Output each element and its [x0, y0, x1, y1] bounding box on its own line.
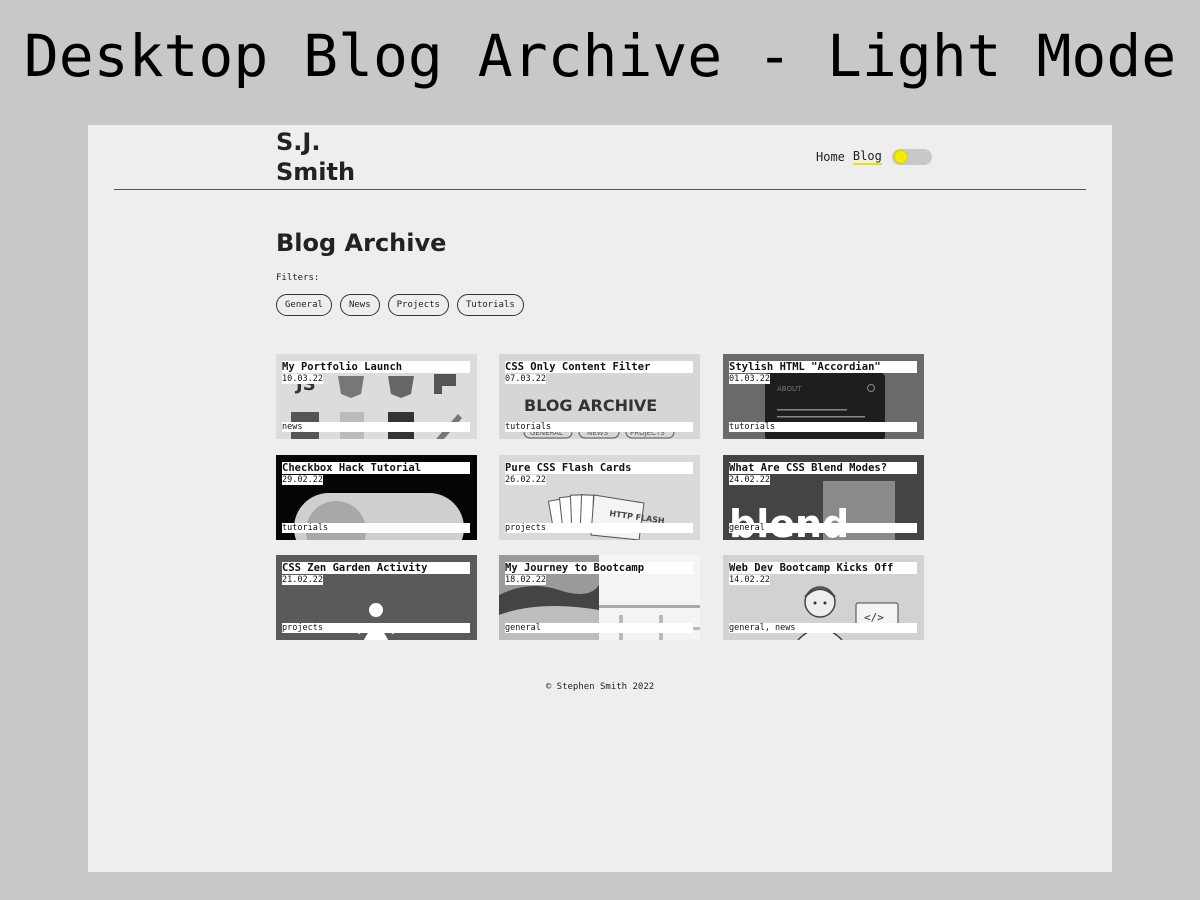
- post-date: 21.02.22: [282, 575, 323, 585]
- post-tags: tutorials: [505, 422, 693, 432]
- browser-viewport: S.J. Smith Home Blog Blog Archive Filter…: [88, 125, 1112, 872]
- post-title: Pure CSS Flash Cards: [505, 462, 693, 474]
- post-date: 26.02.22: [505, 475, 546, 485]
- post-title: Checkbox Hack Tutorial: [282, 462, 470, 474]
- logo-line-2: Smith: [276, 158, 356, 186]
- filter-chips: General News Projects Tutorials: [276, 294, 524, 316]
- post-date: 10.03.22: [282, 374, 323, 384]
- archive-title: Blog Archive: [276, 229, 447, 257]
- post-tags: general: [505, 623, 693, 633]
- post-title: CSS Only Content Filter: [505, 361, 693, 373]
- post-tags: tutorials: [282, 523, 470, 533]
- post-tags: tutorials: [729, 422, 917, 432]
- post-card[interactable]: ABOUT Stylish HTML "Accordian" 01.03.22 …: [723, 354, 924, 439]
- nav-link-home[interactable]: Home: [816, 150, 845, 164]
- logo-line-1: S.J.: [276, 128, 321, 156]
- post-date: 14.02.22: [729, 575, 770, 585]
- post-title: What Are CSS Blend Modes?: [729, 462, 917, 474]
- post-card[interactable]: CSS Zen Garden Activity 21.02.22 project…: [276, 555, 477, 640]
- post-date: 29.02.22: [282, 475, 323, 485]
- site-logo[interactable]: S.J. Smith: [276, 127, 355, 187]
- post-tags: projects: [505, 523, 693, 533]
- post-card[interactable]: JS My Portfolio Launch 10.03.22 news: [276, 354, 477, 439]
- image-text: ABOUT: [777, 385, 802, 393]
- post-title: Web Dev Bootcamp Kicks Off: [729, 562, 917, 574]
- post-tags: general, news: [729, 623, 917, 633]
- post-date: 24.02.22: [729, 475, 770, 485]
- post-tags: news: [282, 422, 470, 432]
- header-divider: [114, 189, 1086, 190]
- nav-link-blog[interactable]: Blog: [852, 149, 882, 165]
- post-card[interactable]: BLOG ARCHIVE GENERAL NEWS PROJECTS CSS O…: [499, 354, 700, 439]
- post-card[interactable]: HTTP FLASH Pure CSS Flash Cards 26.02.22…: [499, 455, 700, 540]
- post-title: My Journey to Bootcamp: [505, 562, 693, 574]
- post-title: CSS Zen Garden Activity: [282, 562, 470, 574]
- post-tags: general: [729, 523, 917, 533]
- post-card[interactable]: </> Web Dev Bootcamp Kicks Off 14.02.22 …: [723, 555, 924, 640]
- post-title: Stylish HTML "Accordian": [729, 361, 917, 373]
- filters-label: Filters:: [276, 273, 320, 283]
- post-date: 01.03.22: [729, 374, 770, 384]
- filter-general-button[interactable]: General: [276, 294, 332, 316]
- main-nav: Home Blog: [816, 149, 932, 165]
- post-card[interactable]: My Journey to Bootcamp 18.02.22 general: [499, 555, 700, 640]
- page-heading: Desktop Blog Archive - Light Mode: [23, 22, 1177, 90]
- footer-copyright: © Stephen Smith 2022: [545, 682, 655, 692]
- post-title: My Portfolio Launch: [282, 361, 470, 373]
- post-card[interactable]: Checkbox Hack Tutorial 29.02.22 tutorial…: [276, 455, 477, 540]
- image-text: BLOG ARCHIVE: [524, 396, 657, 415]
- image-text: blend: [729, 502, 849, 540]
- filter-projects-button[interactable]: Projects: [387, 294, 449, 316]
- post-date: 07.03.22: [505, 374, 546, 384]
- theme-toggle-knob: [893, 150, 908, 164]
- post-date: 18.02.22: [505, 575, 546, 585]
- post-card[interactable]: blend What Are CSS Blend Modes? 24.02.22…: [723, 455, 924, 540]
- filter-tutorials-button[interactable]: Tutorials: [456, 294, 524, 316]
- filter-news-button[interactable]: News: [339, 294, 380, 316]
- theme-toggle[interactable]: [891, 149, 932, 165]
- post-tags: projects: [282, 623, 470, 633]
